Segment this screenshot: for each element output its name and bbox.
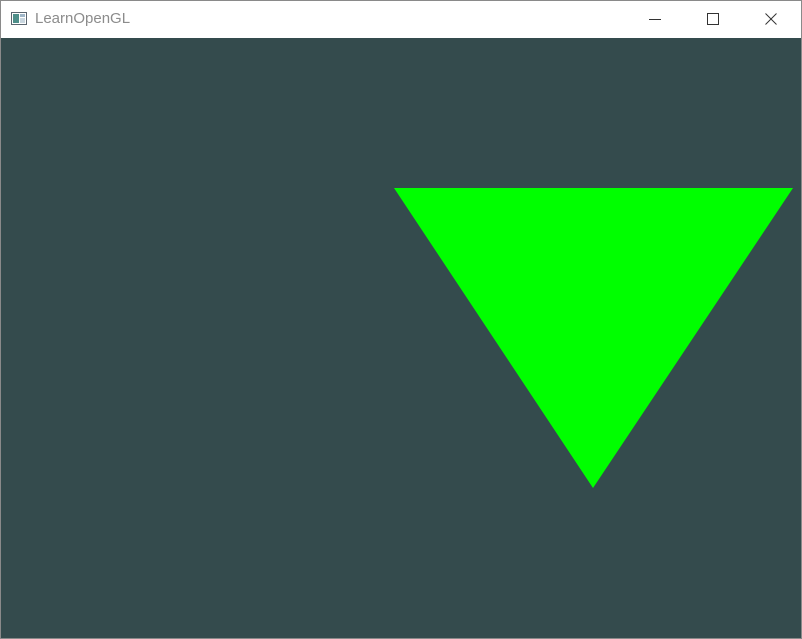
render-surface [1,38,801,638]
close-icon [765,13,777,25]
minimize-button[interactable] [626,1,684,38]
minimize-icon [649,19,661,20]
maximize-button[interactable] [684,1,742,38]
window-title: LearnOpenGL [35,10,131,27]
opengl-viewport[interactable] [1,38,801,638]
close-button[interactable] [742,1,800,38]
title-bar[interactable]: LearnOpenGL [1,1,801,38]
window-app-icon [11,12,27,25]
app-window: LearnOpenGL [0,0,802,639]
maximize-icon [707,13,719,25]
